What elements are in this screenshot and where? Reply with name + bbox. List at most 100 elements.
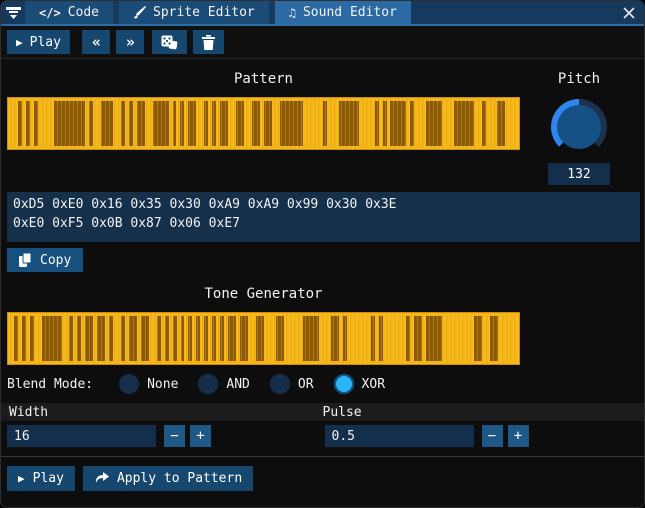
copy-label: Copy	[40, 252, 72, 268]
waveform-segment	[247, 316, 256, 361]
waveform-segment	[414, 316, 423, 361]
waveform-segment	[196, 101, 205, 146]
shift-left-button[interactable]: «	[81, 30, 110, 54]
footer-divider	[1, 456, 644, 457]
blend-option-and[interactable]: AND	[198, 374, 250, 394]
play-button[interactable]: ▶ Play	[7, 30, 70, 54]
pulse-label: Pulse	[322, 404, 362, 420]
waveform-segment	[442, 316, 474, 361]
pitch-knob-inner	[557, 105, 601, 149]
tone-generator-title: Tone Generator	[204, 286, 323, 302]
shift-right-button[interactable]: »	[115, 30, 144, 54]
waveform-segment	[53, 101, 86, 146]
pulse-increment-button[interactable]: +	[507, 425, 529, 447]
blend-option-or[interactable]: OR	[269, 374, 314, 394]
waveform-segment	[347, 316, 371, 361]
radio-icon-xor	[333, 374, 354, 394]
blend-mode-row: Blend Mode: None AND OR XOR	[7, 372, 638, 396]
waveform-segment	[243, 101, 252, 146]
radio-icon-none	[119, 374, 140, 394]
width-field-group: 16 − +	[7, 425, 323, 447]
pulse-field-group: 0.5 − +	[323, 425, 639, 447]
waveform-segment	[271, 101, 280, 146]
field-labels-row: Width Pulse	[1, 403, 644, 421]
pattern-waveform-strip[interactable]	[7, 97, 520, 150]
waveform-segment	[453, 101, 474, 146]
code-icon: </>	[39, 5, 61, 20]
waveform-segment	[101, 101, 114, 146]
blend-option-and-label: AND	[226, 376, 250, 392]
chevrons-left-icon: «	[91, 32, 101, 51]
close-icon[interactable]	[614, 1, 644, 24]
tone-play-button[interactable]: ▶ Play	[7, 466, 75, 491]
waveform-segment	[113, 101, 121, 146]
waveform-segment	[303, 101, 324, 146]
trash-icon	[201, 34, 215, 50]
waveform-segment	[497, 101, 506, 146]
tone-waveform-strip[interactable]	[7, 312, 520, 365]
pattern-hex-field[interactable]: 0xD5 0xE0 0x16 0x35 0x30 0xA9 0xA9 0x99 …	[7, 192, 640, 242]
waveform-segment	[331, 316, 340, 361]
width-input[interactable]: 16	[7, 425, 156, 447]
apply-arrow-icon	[94, 472, 109, 485]
blend-option-xor[interactable]: XOR	[333, 374, 386, 394]
waveform-segment	[505, 101, 518, 146]
delete-button[interactable]	[192, 30, 224, 54]
waveform-segment	[251, 101, 260, 146]
width-label: Width	[9, 404, 49, 420]
waveform-segment	[473, 316, 482, 361]
brush-icon	[133, 6, 146, 19]
waveform-segment	[10, 101, 18, 146]
waveform-segment	[275, 316, 284, 361]
pattern-title: Pattern	[233, 71, 293, 87]
width-decrement-button[interactable]: −	[164, 425, 185, 447]
tab-sound-editor[interactable]: ♫ Sound Editor	[274, 1, 411, 24]
tone-play-icon: ▶	[18, 472, 25, 485]
tone-play-label: Play	[32, 471, 64, 486]
waveform-segment	[319, 316, 332, 361]
copy-button[interactable]: Copy	[7, 248, 84, 272]
waveform-segment	[283, 316, 304, 361]
waveform-segment	[220, 101, 229, 146]
waveform-segment	[358, 101, 375, 146]
dice-icon	[161, 35, 178, 50]
pitch-knob[interactable]	[551, 99, 607, 155]
randomize-button[interactable]	[151, 30, 187, 54]
waveform-segment	[228, 316, 237, 361]
apply-to-pattern-button[interactable]: Apply to Pattern	[82, 466, 254, 491]
waveform-segment	[263, 316, 276, 361]
tab-code-label: Code	[67, 5, 99, 20]
tab-sprite-label: Sprite Editor	[153, 5, 255, 20]
blend-option-none-label: None	[147, 376, 179, 392]
waveform-segment	[485, 101, 498, 146]
tab-code[interactable]: </> Code	[25, 1, 113, 24]
waveform-segment	[473, 101, 482, 146]
waveform-segment	[61, 316, 70, 361]
radio-icon-and	[198, 374, 219, 394]
waveform-segment	[426, 316, 443, 361]
width-increment-button[interactable]: +	[190, 425, 211, 447]
waveform-segment	[144, 101, 153, 146]
pulse-decrement-button[interactable]: −	[481, 425, 503, 447]
pitch-value-field[interactable]: 132	[548, 163, 610, 185]
waveform-segment	[489, 316, 498, 361]
sound-editor-window: </> Code Sprite Editor ♫ Sound Editor ▶ …	[0, 0, 645, 508]
play-label: Play	[29, 34, 61, 50]
blend-option-none[interactable]: None	[119, 374, 178, 394]
waveform-segment	[240, 316, 248, 361]
waveform-segment	[128, 316, 137, 361]
waveform-segment	[390, 101, 407, 146]
waveform-segment	[228, 101, 236, 146]
pulse-input[interactable]: 0.5	[324, 425, 474, 447]
toolbar: ▶ Play « »	[1, 26, 644, 59]
waveform-segment	[481, 316, 490, 361]
waveform-segment	[41, 316, 62, 361]
waveform-segment	[303, 316, 320, 361]
titlebar-spacer	[417, 1, 614, 24]
waveform-segment	[442, 101, 454, 146]
menu-icon[interactable]	[1, 1, 25, 24]
blend-option-xor-label: XOR	[361, 376, 386, 392]
play-icon: ▶	[16, 35, 23, 49]
waveform-segment	[382, 316, 407, 361]
tab-sprite-editor[interactable]: Sprite Editor	[119, 1, 269, 24]
